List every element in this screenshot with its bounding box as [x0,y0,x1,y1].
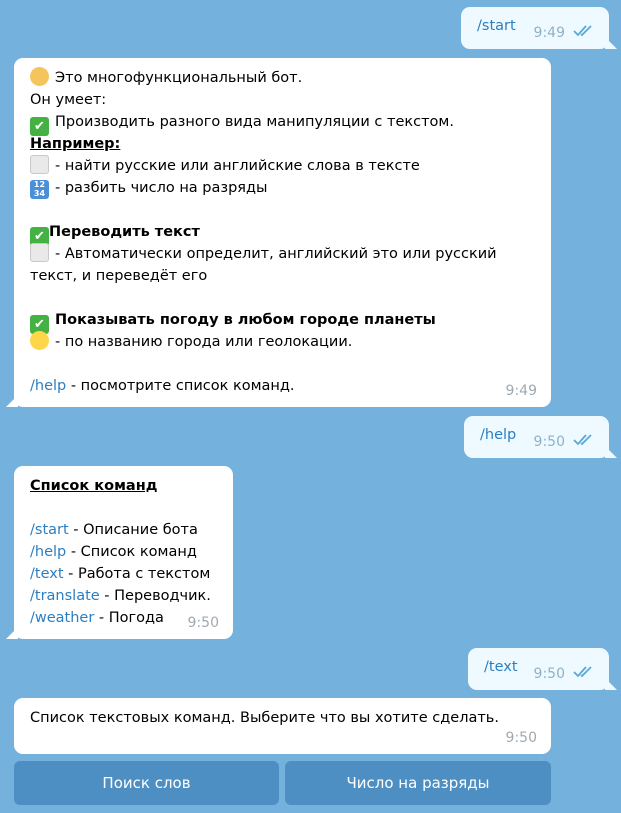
command-row: /text - Работа с текстом [30,563,217,585]
intro-line: 12 34- разбить число на разряды [30,177,535,199]
intro-line: Это многофункциональный бот. [30,67,535,89]
command-link[interactable]: /start [30,522,69,538]
help-command-link[interactable]: /help [30,378,66,394]
double-check-icon [573,25,592,37]
message-time: 9:50 [533,666,565,682]
message-text[interactable]: /start [477,18,516,34]
command-link[interactable]: /translate [30,588,100,604]
command-desc: - Список команд [70,544,197,560]
intro-subheading: Например: [30,136,121,152]
message-text: Список текстовых команд. Выберите что вы… [30,710,499,726]
message-time: 9:50 [505,730,537,746]
sun-behind-cloud-icon [30,331,49,350]
command-row: /start - Описание бота [30,519,217,541]
double-check-icon [573,434,592,446]
command-desc: - Переводчик. [104,588,211,604]
message-outgoing-start: /start 9:49 [461,7,609,49]
command-desc: - Работа с текстом [68,566,211,582]
command-link[interactable]: /help [30,544,66,560]
keyboard-button-number-digits[interactable]: Число на разряды [285,761,551,805]
message-text[interactable]: /help [480,427,516,443]
intro-heading: Переводить текст [30,221,535,246]
intro-line: - Автоматически определит, английский эт… [30,243,535,265]
person-icon [30,67,49,86]
intro-line: Он умеет: [30,92,107,108]
commands-title: Список команд [30,478,158,494]
message-incoming-text-commands: Список текстовых команд. Выберите что вы… [14,698,551,754]
intro-heading: Показывать погоду в любом городе планеты [30,309,535,334]
command-row: /help - Список команд [30,541,217,563]
command-link[interactable]: /weather [30,610,94,626]
double-check-icon [573,666,592,678]
message-incoming-intro: Это многофункциональный бот. Он умеет: П… [14,58,551,407]
message-text[interactable]: /text [484,659,518,675]
message-time: 9:50 [533,434,565,450]
message-time: 9:50 [187,615,219,631]
command-row: /translate - Переводчик. [30,585,217,607]
intro-line: текст, и переведёт его [30,268,208,284]
command-desc: - Погода [98,610,164,626]
message-incoming-commands: Список команд /start - Описание бота /he… [14,466,233,639]
intro-line: /help - посмотрите список команд. [30,378,295,394]
message-outgoing-help: /help 9:50 [464,416,609,458]
intro-line: Производить разного вида манипуляции с т… [30,111,535,136]
command-desc: - Описание бота [73,522,198,538]
numbers-1234-icon: 12 34 [30,180,49,199]
document-icon [30,155,49,174]
command-link[interactable]: /text [30,566,64,582]
message-time: 9:49 [533,25,565,41]
intro-line: - найти русские или английские слова в т… [30,155,535,177]
message-outgoing-text: /text 9:50 [468,648,609,690]
message-time: 9:49 [505,383,537,399]
keyboard-button-find-words[interactable]: Поиск слов [14,761,279,805]
document-icon [30,243,49,262]
intro-line: - по названию города или геолокации. [30,331,535,353]
